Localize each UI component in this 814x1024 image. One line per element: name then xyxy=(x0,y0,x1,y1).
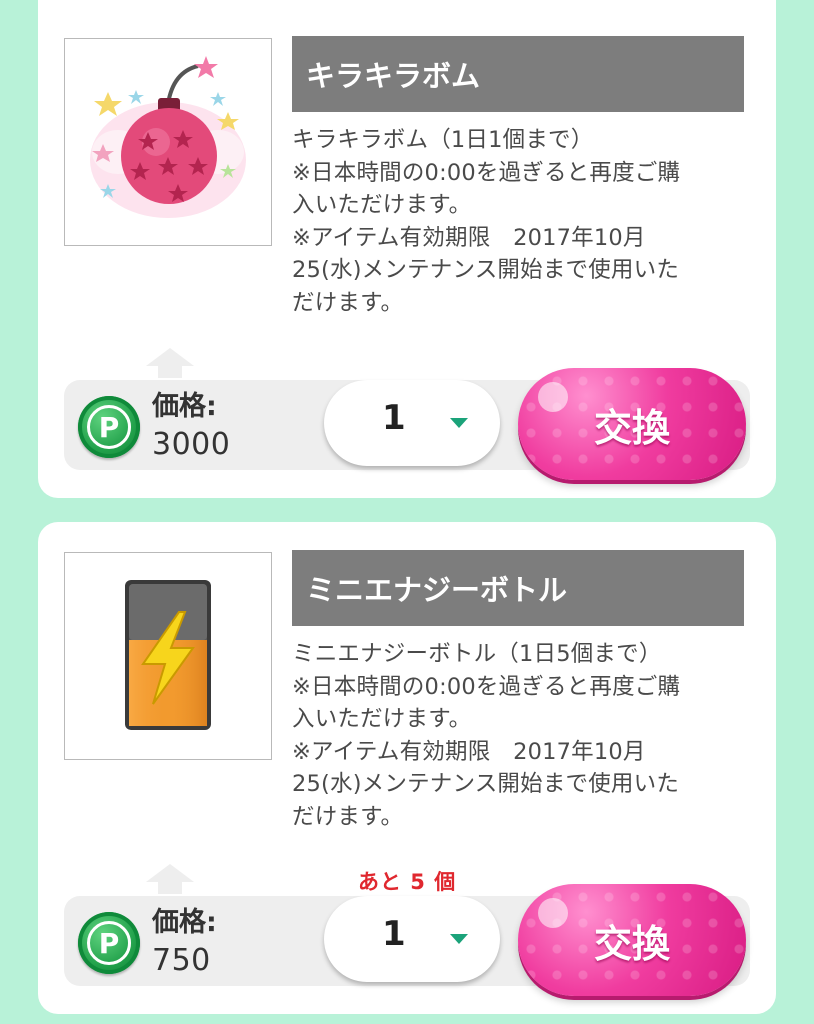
remaining-count: あと 5 個 xyxy=(358,870,457,894)
quantity-select[interactable]: 1 xyxy=(324,896,500,982)
exchange-label: 交換 xyxy=(593,921,670,966)
price: 価格: 750 xyxy=(152,904,217,980)
item-card-mini-energy-bottle: ミニエナジーボトル ミニエナジーボトル（1日5個まで） ※日本時間の0:00を過… xyxy=(38,522,776,1014)
button-shine xyxy=(538,898,568,928)
item-title: ミニエナジーボトル xyxy=(292,550,744,626)
points-letter: P xyxy=(87,405,131,449)
description-line: キラキラボム（1日1個まで） xyxy=(292,127,594,153)
quantity-select[interactable]: 1 xyxy=(324,380,500,466)
description-line: 入いただけます。 xyxy=(292,706,472,732)
arrow-up-icon xyxy=(146,864,194,894)
exchange-button[interactable]: 交換 xyxy=(518,368,746,480)
exchange-label: 交換 xyxy=(593,405,670,450)
sparkle-bomb-icon xyxy=(90,56,246,218)
description-line: 25(水)メンテナンス開始まで使用いた xyxy=(292,257,680,283)
price-label: 価格: xyxy=(152,907,217,938)
item-thumbnail xyxy=(64,552,272,760)
button-shine xyxy=(538,382,568,412)
description-line: だけます。 xyxy=(292,803,404,830)
points-coin-icon: P xyxy=(78,912,140,974)
exchange-button[interactable]: 交換 xyxy=(518,884,746,996)
description-line: 25(水)メンテナンス開始まで使用いた xyxy=(292,771,680,797)
points-coin-icon: P xyxy=(78,396,140,458)
item-thumbnail xyxy=(64,38,272,246)
description-line: ※アイテム有効期限 2017年10月 xyxy=(292,738,646,765)
battery-energy-icon xyxy=(125,580,211,730)
description-line: ※日本時間の0:00を過ぎると再度ご購 xyxy=(292,159,681,186)
price-value: 3000 xyxy=(152,427,231,462)
price-value: 750 xyxy=(152,943,211,978)
item-card-sparkle-bomb: キラキラボム キラキラボム（1日1個まで） ※日本時間の0:00を過ぎると再度ご… xyxy=(38,0,776,498)
item-title: キラキラボム xyxy=(292,36,744,112)
description-line: ミニエナジーボトル（1日5個まで） xyxy=(292,641,662,667)
chevron-down-icon xyxy=(450,934,468,944)
item-description: ミニエナジーボトル（1日5個まで） ※日本時間の0:00を過ぎると再度ご購 入い… xyxy=(292,638,744,833)
price-label: 価格: xyxy=(152,391,217,422)
description-line: だけます。 xyxy=(292,289,404,316)
points-letter: P xyxy=(87,921,131,965)
item-description: キラキラボム（1日1個まで） ※日本時間の0:00を過ぎると再度ご購 入いただけ… xyxy=(292,124,744,319)
quantity-value: 1 xyxy=(382,914,406,954)
arrow-up-icon xyxy=(146,348,194,378)
chevron-down-icon xyxy=(450,418,468,428)
price: 価格: 3000 xyxy=(152,388,230,464)
description-line: ※日本時間の0:00を過ぎると再度ご購 xyxy=(292,673,681,700)
quantity-value: 1 xyxy=(382,398,406,438)
description-line: 入いただけます。 xyxy=(292,192,472,218)
description-line: ※アイテム有効期限 2017年10月 xyxy=(292,224,646,251)
